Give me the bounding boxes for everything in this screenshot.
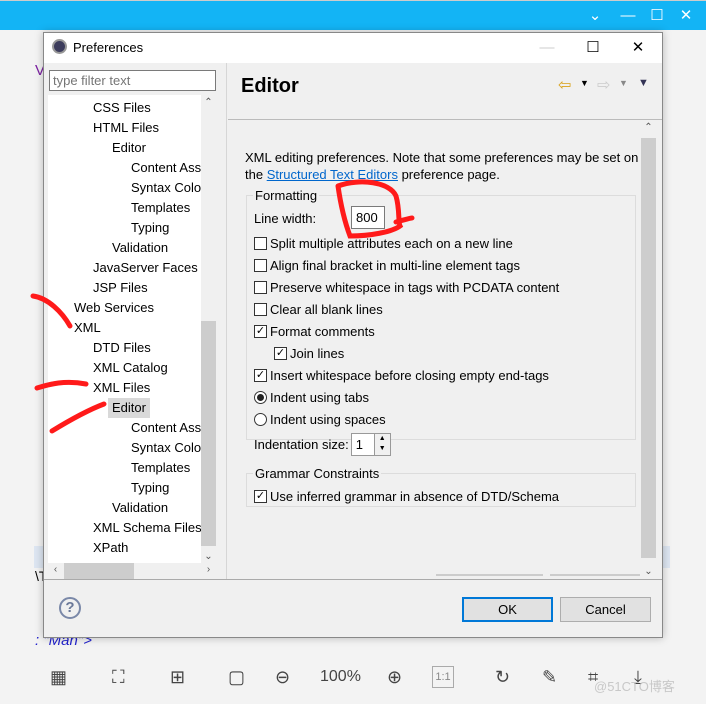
watermark: @51CTO博客 [594, 679, 675, 694]
zoom-out-icon[interactable]: ⊖ [275, 664, 290, 690]
red-annotations [30, 179, 415, 434]
actual-size-icon[interactable]: 1:1 [432, 666, 454, 688]
annotation-stroke [34, 379, 89, 391]
annotation-stroke [30, 293, 73, 329]
translate-icon[interactable]: ⊞ [170, 664, 185, 690]
annotation-stroke [49, 401, 107, 434]
rotate-icon[interactable]: ↻ [495, 664, 510, 690]
zoom-in-icon[interactable]: ⊕ [387, 664, 402, 690]
edit-icon[interactable]: ✎ [542, 664, 557, 690]
layout-icon[interactable]: ▦ [50, 664, 67, 690]
fit-screen-icon[interactable]: ▢ [228, 664, 245, 690]
ocr-icon[interactable]: ⛶ [112, 664, 125, 690]
zoom-level: 100% [320, 668, 361, 685]
annotation-circle [335, 179, 415, 239]
